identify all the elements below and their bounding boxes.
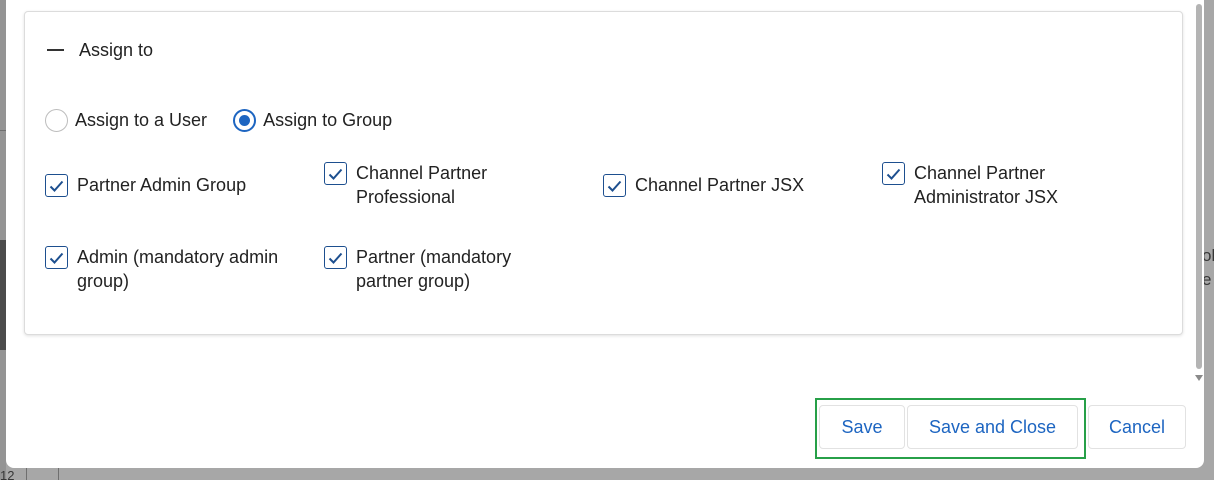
checkmark-icon [607,180,622,192]
radio-label: Assign to Group [263,110,393,130]
save-button[interactable]: Save [819,405,905,449]
assign-to-panel: Assign to Assign to a User Assign to Gro… [24,11,1183,335]
collapse-minus-icon[interactable] [47,49,64,51]
checkbox[interactable] [45,246,68,269]
checkmark-icon [49,180,64,192]
group-label: Partner (mandatory partner group) [356,247,512,291]
checkmark-icon [886,168,901,180]
group-label: Admin (mandatory admin group) [77,247,279,291]
cancel-button[interactable]: Cancel [1088,405,1186,449]
assign-type-radio-group: Assign to a User Assign to Group [45,109,418,132]
checkbox[interactable] [603,174,626,197]
checkmark-icon [328,252,343,264]
group-checkbox-partner-admin[interactable]: Partner Admin Group [45,173,246,197]
checkbox[interactable] [324,162,347,185]
group-label: Channel Partner Administrator JSX [914,163,1059,207]
group-checkbox-channel-partner-jsx[interactable]: Channel Partner JSX [603,173,804,197]
assign-to-header[interactable]: Assign to [47,38,153,62]
radio-label: Assign to a User [75,110,208,130]
checkmark-icon [328,168,343,180]
group-checkbox-partner-mandatory[interactable]: Partner (mandatory partner group) [324,245,511,293]
radio-button-selected[interactable] [233,109,257,132]
group-checkbox-admin-mandatory[interactable]: Admin (mandatory admin group) [45,245,278,293]
radio-dot-icon [239,115,251,126]
radio-assign-group[interactable]: Assign to Group [233,109,392,132]
checkbox[interactable] [45,174,68,197]
modal-scrollbar[interactable] [1194,0,1204,386]
panel-title: Assign to [79,39,154,60]
group-label: Channel Partner Professional [356,163,488,207]
group-label: Partner Admin Group [77,175,247,195]
scrollbar-thumb[interactable] [1196,4,1202,369]
assign-modal: Assign to Assign to a User Assign to Gro… [6,0,1204,468]
group-label: Channel Partner JSX [635,175,805,195]
checkmark-icon [49,252,64,264]
save-and-close-button[interactable]: Save and Close [907,405,1078,449]
group-checkbox-channel-partner-administrator-jsx[interactable]: Channel Partner Administrator JSX [882,161,1058,209]
group-checkbox-channel-partner-professional[interactable]: Channel Partner Professional [324,161,487,209]
checkbox[interactable] [882,162,905,185]
scroll-down-arrow-icon[interactable] [1195,375,1203,381]
checkbox[interactable] [324,246,347,269]
radio-assign-user[interactable]: Assign to a User [45,109,207,132]
radio-button[interactable] [45,109,68,132]
